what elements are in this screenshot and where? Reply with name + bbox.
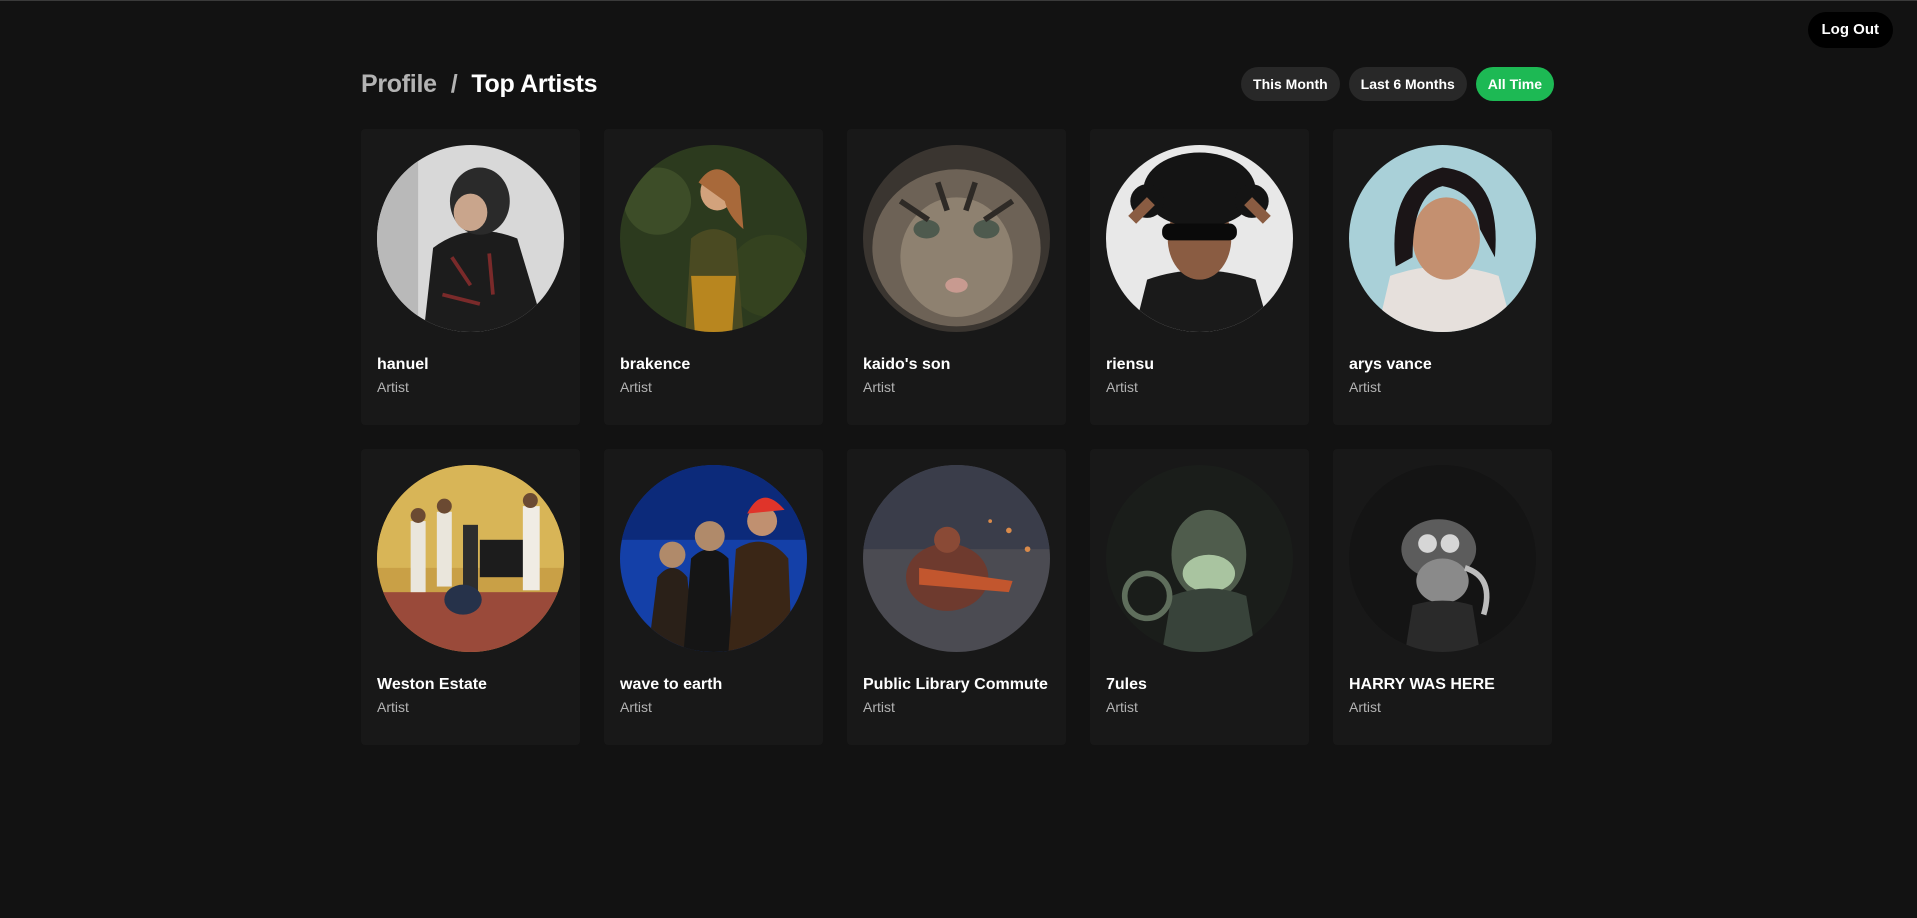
artist-grid: hanuel Artist brakence Artist kaido's so… [361, 129, 1554, 745]
artist-image [1349, 465, 1536, 652]
top-border [0, 0, 1917, 1]
artist-type: Artist [1349, 699, 1381, 715]
artist-image [1349, 145, 1536, 332]
artist-card[interactable]: Weston Estate Artist [361, 449, 580, 745]
artist-name: wave to earth [620, 676, 723, 693]
artist-card[interactable]: Public Library Commute Artist [847, 449, 1066, 745]
artist-image [620, 465, 807, 652]
artist-image [863, 145, 1050, 332]
artist-type: Artist [620, 379, 652, 395]
artist-card[interactable]: riensu Artist [1090, 129, 1309, 425]
artist-image [1106, 465, 1293, 652]
artist-image [377, 465, 564, 652]
artist-type: Artist [1106, 379, 1138, 395]
range-all-time-button[interactable]: All Time [1475, 67, 1554, 101]
artist-name: hanuel [377, 356, 429, 373]
artist-name: Public Library Commute [863, 676, 1048, 693]
artist-card[interactable]: wave to earth Artist [604, 449, 823, 745]
artist-name: HARRY WAS HERE [1349, 676, 1495, 693]
artist-card[interactable]: arys vance Artist [1333, 129, 1552, 425]
artist-name: brakence [620, 356, 691, 373]
artist-card[interactable]: kaido's son Artist [847, 129, 1066, 425]
artist-name: arys vance [1349, 356, 1432, 373]
page-header: Profile / Top Artists This Month Last 6 … [361, 62, 1554, 106]
artist-name: riensu [1106, 356, 1155, 373]
range-last-6-months-button[interactable]: Last 6 Months [1348, 67, 1467, 101]
artist-card[interactable]: 7ules Artist [1090, 449, 1309, 745]
artist-card[interactable]: HARRY WAS HERE Artist [1333, 449, 1552, 745]
time-range-selector: This Month Last 6 Months All Time [1241, 67, 1554, 101]
artist-type: Artist [620, 699, 652, 715]
artist-card[interactable]: brakence Artist [604, 129, 823, 425]
artist-image [377, 145, 564, 332]
breadcrumb-separator: / [450, 69, 458, 98]
artist-type: Artist [863, 379, 895, 395]
artist-name: kaido's son [863, 356, 951, 373]
logout-button[interactable]: Log Out [1807, 12, 1893, 48]
breadcrumb-profile-link[interactable]: Profile [361, 70, 437, 99]
artist-type: Artist [377, 379, 409, 395]
page-title: Top Artists [471, 69, 598, 98]
artist-type: Artist [863, 699, 895, 715]
artist-name: Weston Estate [377, 676, 487, 693]
artist-type: Artist [1349, 379, 1381, 395]
artist-type: Artist [1106, 699, 1138, 715]
range-this-month-button[interactable]: This Month [1241, 67, 1340, 101]
artist-type: Artist [377, 699, 409, 715]
breadcrumb: Profile / Top Artists [361, 69, 598, 99]
artist-name: 7ules [1106, 676, 1147, 693]
artist-image [863, 465, 1050, 652]
artist-card[interactable]: hanuel Artist [361, 129, 580, 425]
artist-image [1106, 145, 1293, 332]
artist-image [620, 145, 807, 332]
